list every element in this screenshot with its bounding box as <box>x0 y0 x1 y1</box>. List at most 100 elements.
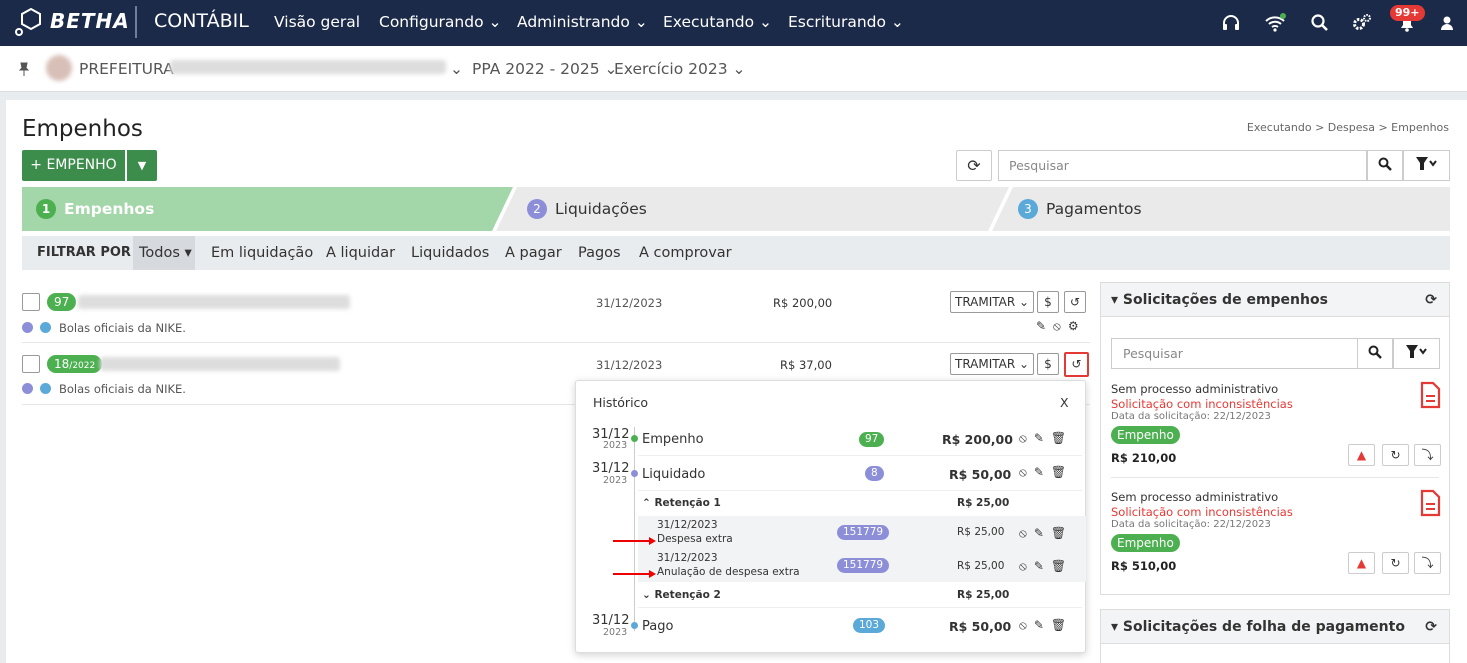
nav-configurando[interactable]: Configurando ⌄ <box>379 13 502 31</box>
search-input[interactable]: Pesquisar <box>998 150 1367 181</box>
new-empenho-dropdown[interactable]: ▼ <box>127 150 157 181</box>
history-close-button[interactable]: X <box>1060 395 1069 410</box>
panel-header[interactable]: ▾ Solicitações de empenhos ⟳ <box>1101 283 1449 317</box>
history-value: R$ 50,00 <box>949 619 1012 634</box>
panel-filter-button[interactable] <box>1393 338 1440 369</box>
history-day: 31/12 <box>592 461 630 476</box>
history-icon[interactable]: ↺ <box>1064 352 1089 377</box>
history-actions-icons[interactable]: ⦸✎🗑 <box>1019 465 1073 480</box>
panel-search-button[interactable] <box>1357 338 1393 369</box>
dollar-icon[interactable]: $ <box>1037 291 1059 313</box>
row-actions-icons[interactable]: ✎⦸⚙ <box>1036 319 1086 334</box>
step-pagamentos[interactable]: 3 Pagamentos <box>1018 187 1142 231</box>
history-value: R$ 200,00 <box>942 432 1013 447</box>
entity-name[interactable]: PREFEITURA <box>79 60 174 78</box>
history-day: 31/12 <box>592 613 630 628</box>
search-icon[interactable] <box>1309 12 1331 34</box>
entity-avatar <box>46 55 72 81</box>
retencao-1-toggle[interactable]: ⌃ Retenção 1 <box>642 497 721 509</box>
retencao-item-value: R$ 25,00 <box>957 526 1005 538</box>
app-name[interactable]: CONTÁBIL <box>154 10 249 32</box>
tramitar-button[interactable]: TRAMITAR ⌄ <box>950 353 1035 375</box>
filter-a-pagar[interactable]: A pagar <box>505 236 562 270</box>
filter-a-liquidar[interactable]: A liquidar <box>326 236 395 270</box>
move-down-icon[interactable]: ⤵ <box>1414 552 1441 574</box>
context-bar: PREFEITURA ⌄ PPA 2022 - 2025 ⌄ Exercício… <box>0 46 1467 92</box>
retencao-item-value: R$ 25,00 <box>957 560 1005 572</box>
redo-icon[interactable]: ↻ <box>1382 444 1409 466</box>
filter-liquidados[interactable]: Liquidados <box>411 236 489 270</box>
solicitacao-line1: Sem processo administrativo <box>1111 382 1279 396</box>
step-label: Pagamentos <box>1046 200 1142 218</box>
wifi-icon[interactable] <box>1264 12 1286 34</box>
retencao-value: R$ 25,00 <box>957 497 1010 509</box>
panel-search-input[interactable]: Pesquisar <box>1111 338 1358 369</box>
ppa-label: PPA 2022 - 2025 <box>472 60 600 78</box>
nav-label: Executando <box>663 13 755 31</box>
step-empenhos[interactable]: 1 Empenhos <box>36 187 154 231</box>
history-year: 2023 <box>603 475 628 486</box>
history-label: Pago <box>642 619 674 634</box>
warning-icon[interactable]: ▲ <box>1348 444 1375 466</box>
refresh-icon[interactable]: ⟳ <box>1425 283 1437 317</box>
panel-header[interactable]: ▾ Solicitações de folha de pagamento ⟳ <box>1101 610 1449 644</box>
solicitacao-tag: Empenho <box>1111 426 1180 444</box>
tramitar-button[interactable]: TRAMITAR ⌄ <box>950 291 1035 313</box>
filter-a-comprovar[interactable]: A comprovar <box>639 236 732 270</box>
history-actions-icons[interactable]: ⦸✎🗑 <box>1019 431 1073 446</box>
document-icon[interactable] <box>1419 489 1441 517</box>
timeline-line <box>634 427 635 631</box>
row-date: 31/12/2023 <box>596 358 663 372</box>
user-icon[interactable] <box>1436 12 1458 34</box>
retencao-item-actions-icons[interactable]: ⦸✎🗑 <box>1019 526 1073 541</box>
solicitacao-line2: Solicitação com inconsistências <box>1111 397 1293 411</box>
divider <box>638 490 1082 491</box>
history-actions-icons[interactable]: ⦸✎🗑 <box>1019 618 1073 633</box>
history-badge: 97 <box>859 432 885 447</box>
redo-icon[interactable]: ↻ <box>1382 552 1409 574</box>
filter-icon <box>1405 345 1427 358</box>
divider <box>638 455 1082 456</box>
headset-icon[interactable] <box>1220 12 1242 34</box>
steps-background <box>22 187 1450 231</box>
row-value: R$ 200,00 <box>773 296 833 310</box>
filter-todos[interactable]: Todos ▾ <box>133 236 195 270</box>
refresh-icon[interactable]: ⟳ <box>1425 610 1437 644</box>
retencao-item-actions-icons[interactable]: ⦸✎🗑 <box>1019 559 1073 574</box>
nav-executando[interactable]: Executando ⌄ <box>663 13 772 31</box>
table-row[interactable]: 97 Bolas oficiais da NIKE. 31/12/2023 R$… <box>22 282 1090 343</box>
pin-icon[interactable] <box>18 62 30 76</box>
panel-title: Solicitações de empenhos <box>1122 292 1328 308</box>
warning-icon[interactable]: ▲ <box>1348 552 1375 574</box>
history-value: R$ 50,00 <box>949 467 1012 482</box>
move-down-icon[interactable]: ⤵ <box>1414 444 1441 466</box>
empenho-number-badge: 97 <box>47 293 77 311</box>
retencao-2-toggle[interactable]: ⌄ Retenção 2 <box>642 589 721 601</box>
breadcrumb: Executando > Despesa > Empenhos <box>1246 121 1449 134</box>
row-checkbox[interactable] <box>22 293 40 311</box>
row-checkbox[interactable] <box>22 355 40 373</box>
filter-pagos[interactable]: Pagos <box>578 236 621 270</box>
filter-button[interactable] <box>1403 150 1450 181</box>
settings-icon[interactable] <box>1351 12 1373 34</box>
history-popup: Histórico X 31/12 2023 Empenho 97 R$ 200… <box>575 380 1086 653</box>
step-liquidacoes[interactable]: 2 Liquidações <box>527 187 647 231</box>
page-title: Empenhos <box>22 116 143 142</box>
exercicio-selector[interactable]: Exercício 2023 ⌄ <box>614 60 746 78</box>
filter-todos-label: Todos <box>139 245 180 261</box>
ppa-selector[interactable]: PPA 2022 - 2025 ⌄ <box>472 60 618 78</box>
nav-administrando[interactable]: Administrando ⌄ <box>517 13 648 31</box>
entity-chevron-icon[interactable]: ⌄ <box>450 60 463 78</box>
search-button[interactable] <box>1367 150 1403 181</box>
nav-visao-geral[interactable]: Visão geral <box>274 13 360 31</box>
new-empenho-button[interactable]: + EMPENHO <box>22 150 125 181</box>
nav-escriturando[interactable]: Escriturando ⌄ <box>788 13 904 31</box>
history-icon[interactable]: ↺ <box>1064 291 1086 313</box>
document-icon[interactable] <box>1419 381 1441 409</box>
dollar-icon[interactable]: $ <box>1037 353 1059 375</box>
solicitacao-line2: Solicitação com inconsistências <box>1111 505 1293 519</box>
retencao-item-badge: 151779 <box>837 558 890 573</box>
retencao-item-date: 31/12/2023 <box>657 552 718 564</box>
refresh-button[interactable]: ⟳ <box>956 150 992 181</box>
filter-em-liquidacao[interactable]: Em liquidação <box>211 236 313 270</box>
